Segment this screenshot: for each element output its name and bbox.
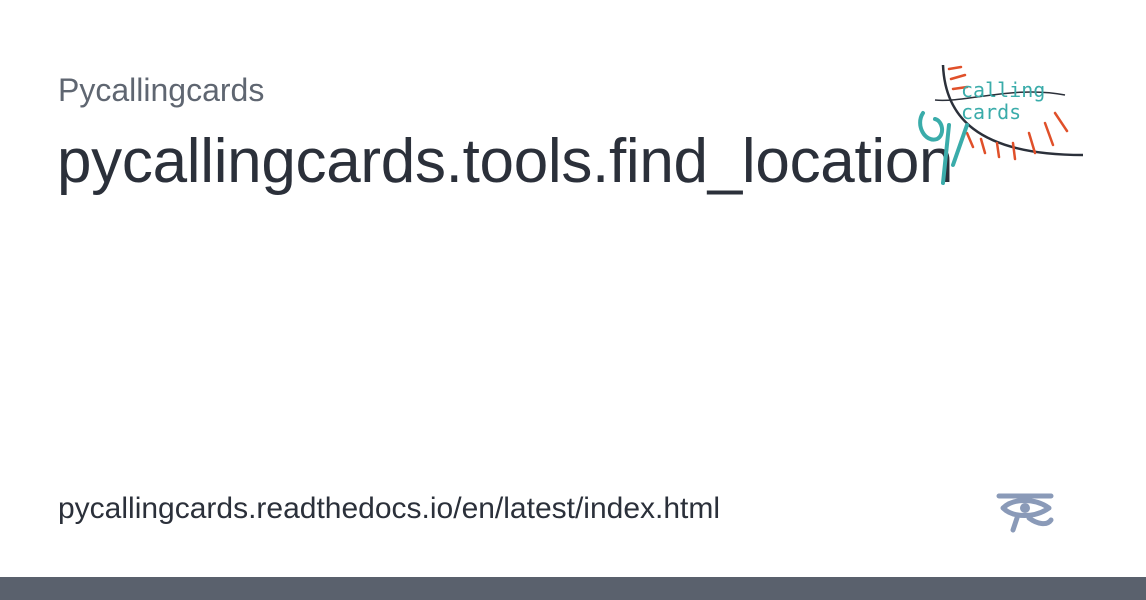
- site-name: Pycallingcards: [58, 72, 265, 108]
- social-card: Pycallingcards pycallingcards.tools.find…: [0, 0, 1146, 600]
- bottom-bar: [0, 577, 1146, 600]
- logo-line1: calling: [961, 78, 1045, 102]
- site-url: pycallingcards.readthedocs.io/en/latest/…: [58, 492, 721, 525]
- page-title: pycallingcards.tools.find_location: [57, 127, 954, 196]
- pycallingcards-logo: calling cards: [905, 55, 1090, 190]
- logo-line2: cards: [961, 100, 1021, 124]
- readthedocs-eye-icon: [995, 488, 1057, 534]
